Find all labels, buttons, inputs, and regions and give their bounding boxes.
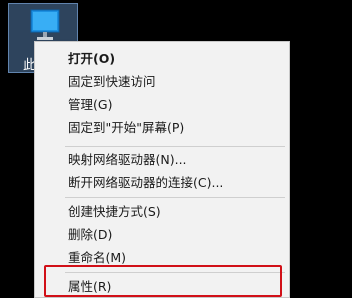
menu-separator: [65, 146, 285, 147]
menu-item-disconnect-network-drive[interactable]: 断开网络驱动器的连接(C)...: [68, 172, 223, 194]
properties-highlight-box: [44, 265, 282, 297]
menu-item-open[interactable]: 打开(O): [68, 48, 115, 70]
desktop: 此 打开(O) 固定到快速访问 管理(G) 固定到"开始"屏幕(P) 映射网络驱…: [0, 0, 352, 298]
menu-item-delete[interactable]: 删除(D): [68, 224, 112, 246]
menu-item-pin-start[interactable]: 固定到"开始"屏幕(P): [68, 117, 184, 139]
menu-item-manage[interactable]: 管理(G): [68, 94, 112, 116]
menu-item-pin-quick-access[interactable]: 固定到快速访问: [68, 71, 156, 93]
menu-item-create-shortcut[interactable]: 创建快捷方式(S): [68, 201, 161, 223]
menu-separator: [65, 197, 285, 198]
context-menu: 打开(O) 固定到快速访问 管理(G) 固定到"开始"屏幕(P) 映射网络驱动器…: [34, 41, 290, 298]
menu-item-map-network-drive[interactable]: 映射网络驱动器(N)...: [68, 149, 187, 171]
